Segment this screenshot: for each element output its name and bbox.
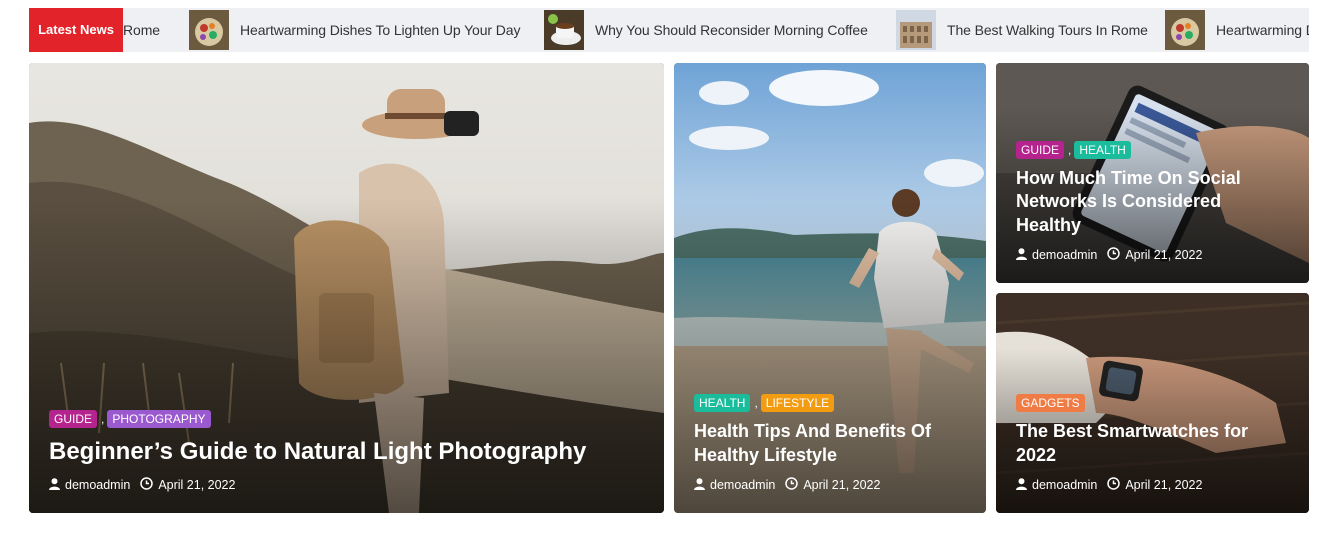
clock-icon <box>140 477 154 493</box>
ticker-item-title[interactable]: Heartwarming Dishes To Lighten Up Your D… <box>1216 22 1309 38</box>
user-icon <box>1016 477 1027 493</box>
user-icon <box>1016 247 1027 263</box>
news-ticker: Latest News Rome Heartwarming Dishes To … <box>29 8 1309 52</box>
clock-icon <box>785 477 799 493</box>
ticker-thumb-food[interactable] <box>189 10 229 50</box>
ticker-item[interactable]: Rome <box>123 8 160 52</box>
post-author[interactable]: demoadmin <box>1032 478 1097 492</box>
category-badge[interactable]: HEALTH <box>1074 140 1131 159</box>
post-date[interactable]: April 21, 2022 <box>1125 478 1202 492</box>
post-date[interactable]: April 21, 2022 <box>803 478 880 492</box>
post-content: GADGETS The Best Smartwatches for 2022 d… <box>1016 394 1291 493</box>
post-title[interactable]: How Much Time On Social Networks Is Cons… <box>1016 167 1291 237</box>
category-list: GUIDE , HEALTH <box>1016 140 1291 159</box>
post-author[interactable]: demoadmin <box>1032 248 1097 262</box>
ticker-item[interactable]: Heartwarming Dishes To Lighten Up Your D… <box>1165 8 1309 52</box>
category-list: GADGETS <box>1016 394 1291 413</box>
post-date[interactable]: April 21, 2022 <box>1125 248 1202 262</box>
category-badge[interactable]: GADGETS <box>1016 394 1085 413</box>
post-title[interactable]: Health Tips And Benefits Of Healthy Life… <box>694 420 968 467</box>
category-list: GUIDE , PHOTOGRAPHY <box>49 409 646 428</box>
category-list: HEALTH , LIFESTYLE <box>694 394 968 413</box>
post-card[interactable]: GUIDE , HEALTH How Much Time On Social N… <box>996 63 1309 283</box>
user-icon <box>49 477 60 493</box>
ticker-item-title[interactable]: Heartwarming Dishes To Lighten Up Your D… <box>240 22 520 38</box>
post-author[interactable]: demoadmin <box>65 478 130 492</box>
ticker-track: Rome Heartwarming Dishes To Lighten Up Y… <box>123 8 1309 52</box>
post-title[interactable]: Beginner’s Guide to Natural Light Photog… <box>49 436 646 467</box>
ticker-item[interactable]: The Best Walking Tours In Rome <box>896 8 1148 52</box>
post-meta: demoadmin April 21, 2022 <box>694 477 968 493</box>
clock-icon <box>1107 247 1121 263</box>
post-content: HEALTH , LIFESTYLE Health Tips And Benef… <box>694 394 968 493</box>
post-content: GUIDE , PHOTOGRAPHY Beginner’s Guide to … <box>49 409 646 493</box>
clock-icon <box>1107 477 1121 493</box>
ticker-item[interactable]: Why You Should Reconsider Morning Coffee <box>544 8 868 52</box>
ticker-thumb-coffee[interactable] <box>544 10 584 50</box>
post-title[interactable]: The Best Smartwatches for 2022 <box>1016 420 1291 467</box>
category-badge[interactable]: HEALTH <box>694 394 751 413</box>
user-icon <box>694 477 705 493</box>
ticker-thumb-food[interactable] <box>1165 10 1205 50</box>
category-badge[interactable]: LIFESTYLE <box>760 394 835 413</box>
post-date[interactable]: April 21, 2022 <box>158 478 235 492</box>
post-meta: demoadmin April 21, 2022 <box>49 477 646 493</box>
ticker-item-title[interactable]: Rome <box>123 22 160 38</box>
post-meta: demoadmin April 21, 2022 <box>1016 477 1291 493</box>
category-badge[interactable]: PHOTOGRAPHY <box>107 409 211 428</box>
category-badge[interactable]: GUIDE <box>1016 140 1065 159</box>
ticker-item-title[interactable]: Why You Should Reconsider Morning Coffee <box>595 22 868 38</box>
featured-post-card[interactable]: GUIDE , PHOTOGRAPHY Beginner’s Guide to … <box>29 63 664 513</box>
ticker-item-title[interactable]: The Best Walking Tours In Rome <box>947 22 1148 38</box>
ticker-thumb-rome[interactable] <box>896 10 936 50</box>
post-card[interactable]: GADGETS The Best Smartwatches for 2022 d… <box>996 293 1309 513</box>
post-meta: demoadmin April 21, 2022 <box>1016 247 1291 263</box>
ticker-item[interactable]: Heartwarming Dishes To Lighten Up Your D… <box>189 8 520 52</box>
post-card[interactable]: HEALTH , LIFESTYLE Health Tips And Benef… <box>674 63 986 513</box>
ticker-label: Latest News <box>29 8 123 52</box>
post-content: GUIDE , HEALTH How Much Time On Social N… <box>1016 140 1291 263</box>
post-author[interactable]: demoadmin <box>710 478 775 492</box>
category-badge[interactable]: GUIDE <box>49 409 98 428</box>
